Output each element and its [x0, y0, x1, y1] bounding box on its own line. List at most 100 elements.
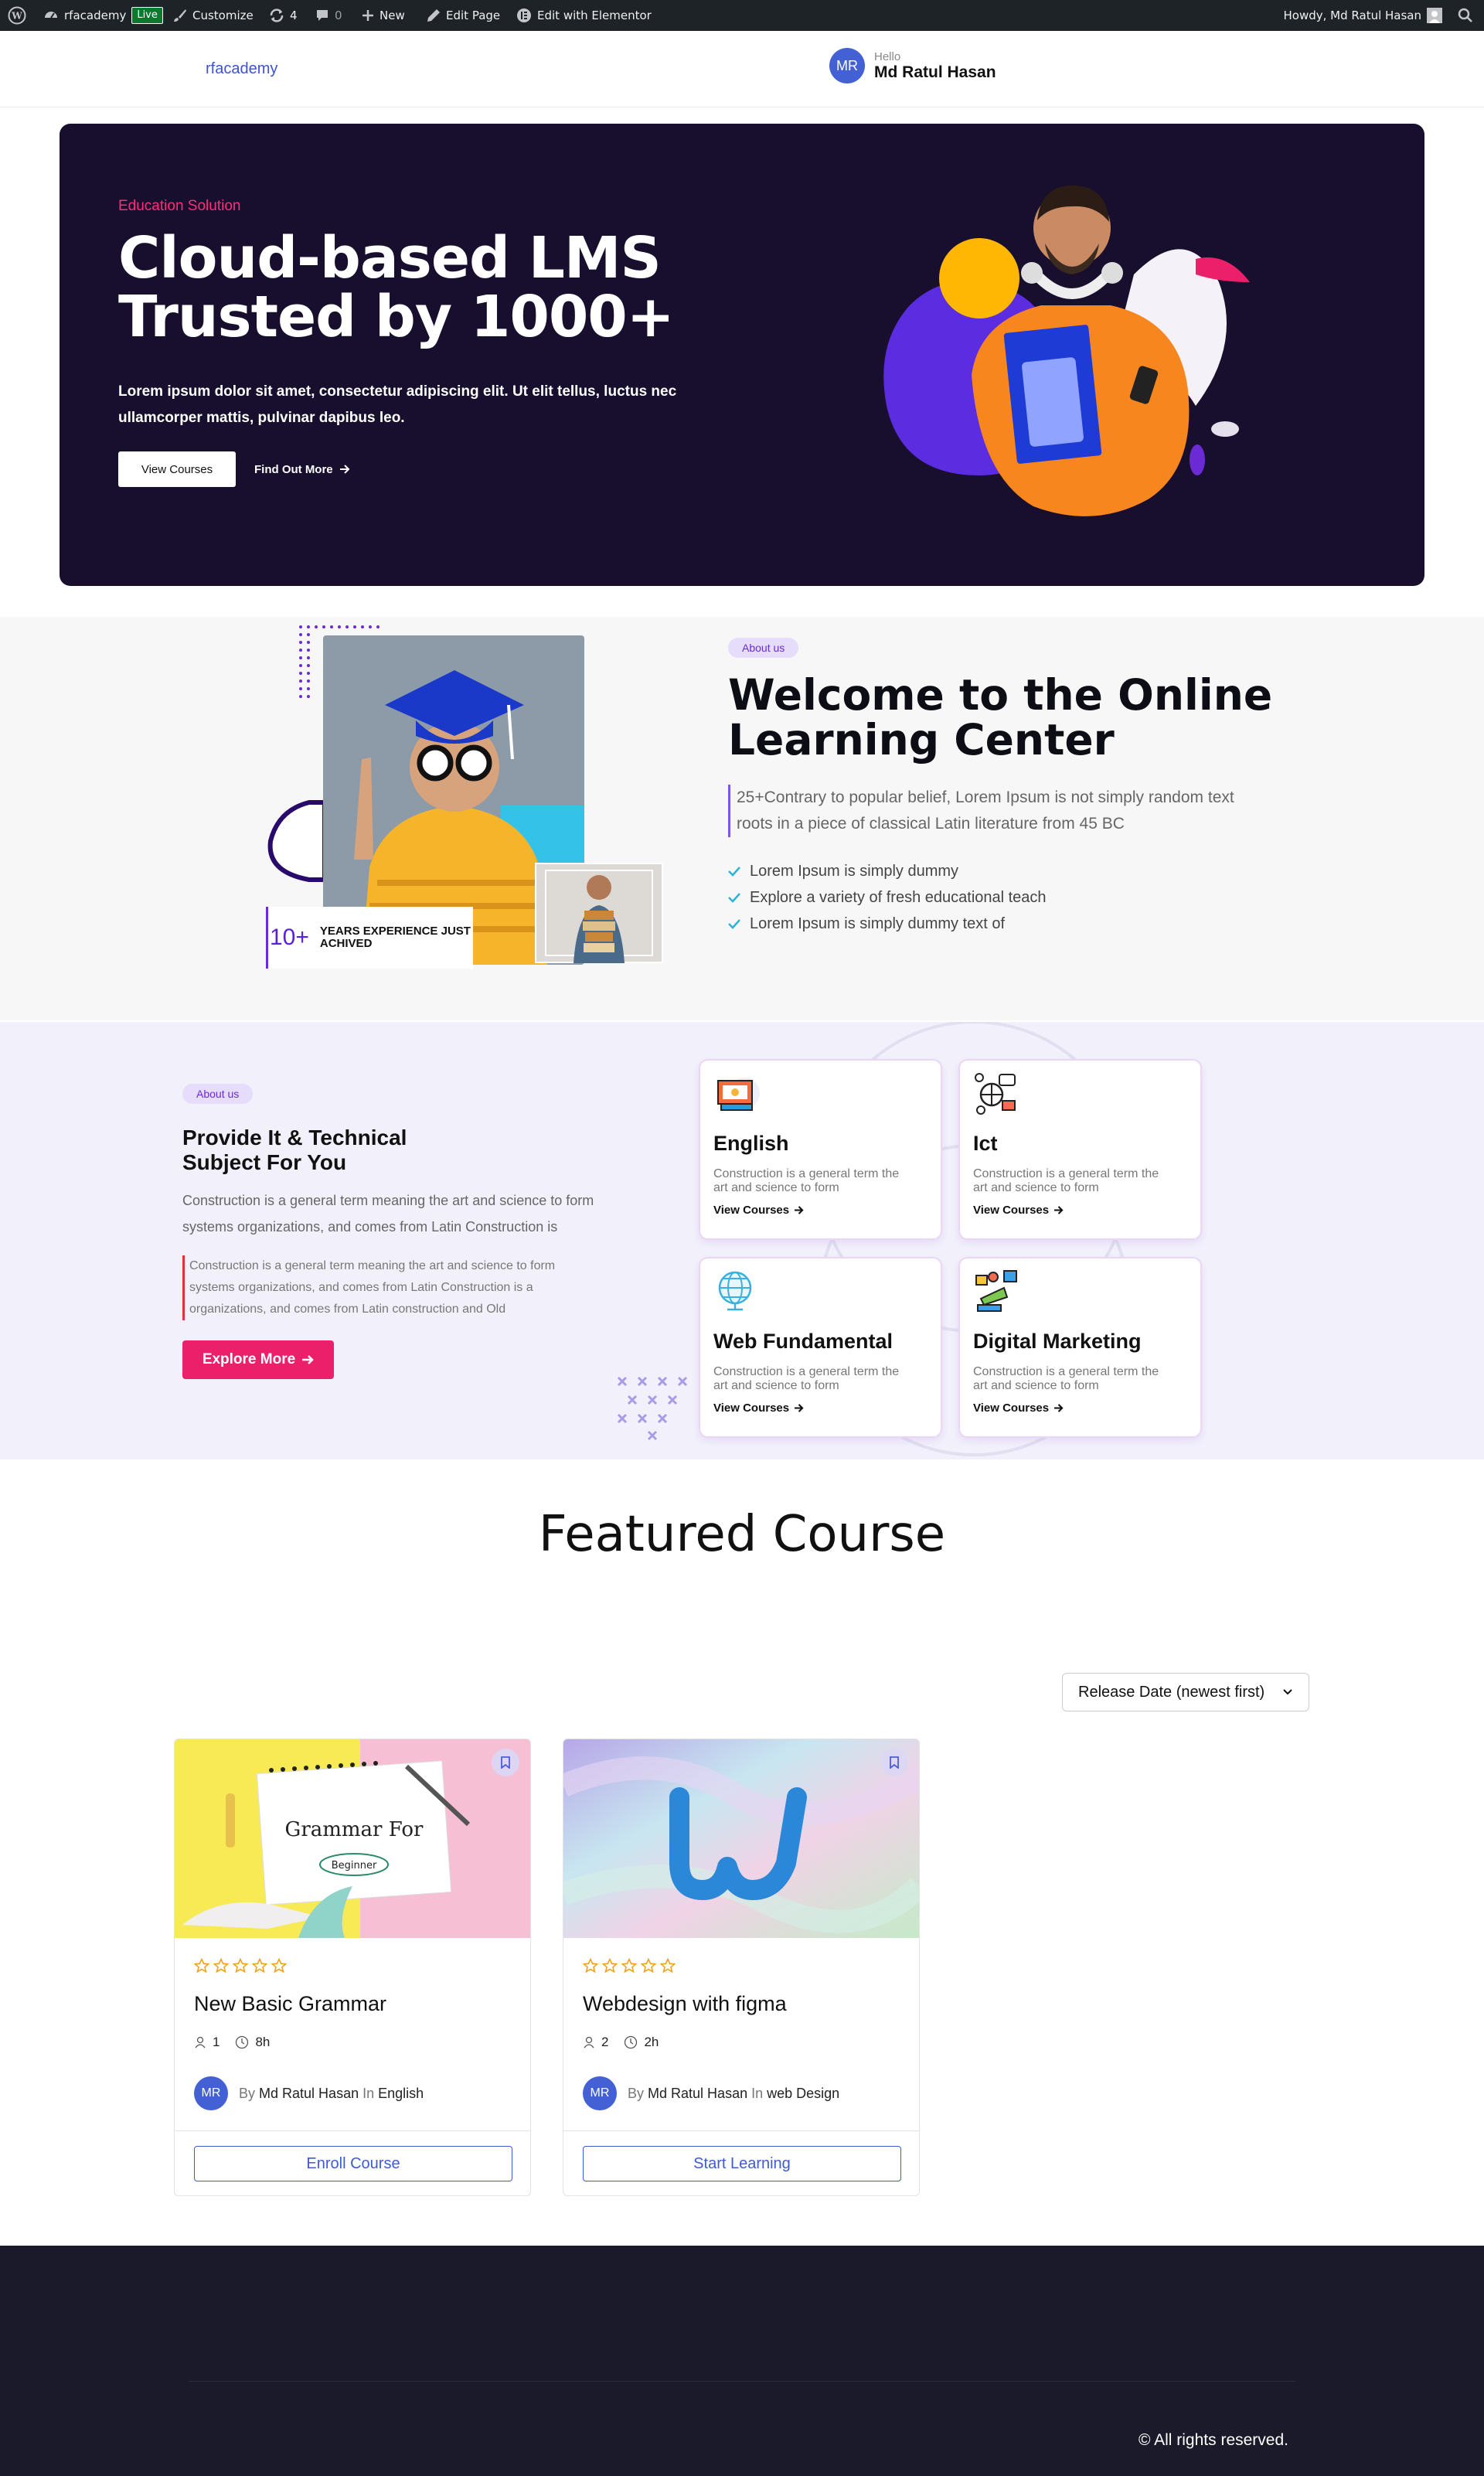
- admin-site-link[interactable]: rfacademy Live: [43, 0, 163, 31]
- checklist-text: Lorem Ipsum is simply dummy text of: [750, 914, 1006, 932]
- bookmark-button[interactable]: [492, 1749, 519, 1776]
- course-category[interactable]: web Design: [767, 2086, 839, 2101]
- course-card-webdesign[interactable]: Webdesign with figma 2 2h MR By Md Ratul…: [563, 1739, 920, 2196]
- view-courses-label: View Courses: [973, 1204, 1050, 1217]
- avatar: MR: [583, 2076, 617, 2110]
- subject-card-ict[interactable]: Ict Construction is a general term the a…: [958, 1059, 1202, 1240]
- course-title[interactable]: New Basic Grammar: [194, 1992, 386, 2016]
- hero-banner: Education Solution Cloud-based LMS Trust…: [60, 124, 1424, 586]
- course-rating-stars: [583, 1958, 676, 1974]
- course-card-grammar[interactable]: Grammar For Beginner New Basic Grammar 1…: [174, 1739, 531, 2196]
- checklist-text: Explore a variety of fresh educational t…: [750, 888, 1047, 906]
- thumb-subtitle: Beginner: [332, 1860, 377, 1871]
- globe-icon: [718, 1271, 752, 1311]
- copyright-text: © All rights reserved.: [1138, 2431, 1288, 2449]
- list-item: Lorem Ipsum is simply dummy: [728, 858, 1047, 884]
- dashboard-icon: [45, 12, 57, 19]
- avatar: MR: [829, 48, 865, 83]
- admin-search-icon[interactable]: [1458, 0, 1473, 31]
- cross-pattern-decoration: [617, 1376, 688, 1441]
- grammar-thumbnail-image: Grammar For Beginner: [175, 1739, 530, 1938]
- bookmark-button[interactable]: [880, 1749, 908, 1776]
- elementor-icon: [517, 9, 531, 22]
- site-header: rfacademy MR Hello Md Ratul Hasan: [0, 31, 1484, 107]
- view-courses-link[interactable]: View Courses: [713, 1204, 804, 1217]
- course-category[interactable]: English: [378, 2086, 424, 2101]
- hero-title: Cloud-based LMS Trusted by 1000+: [118, 229, 706, 346]
- course-thumbnail[interactable]: [563, 1739, 919, 1938]
- course-title[interactable]: Webdesign with figma: [583, 1992, 787, 2016]
- about-quote: 25+Contrary to popular belief, Lorem Ips…: [728, 785, 1269, 837]
- about-checklist: Lorem Ipsum is simply dummy Explore a va…: [728, 858, 1047, 937]
- start-learning-button[interactable]: Start Learning: [583, 2146, 901, 2181]
- avatar: MR: [194, 2076, 228, 2110]
- user-greeting[interactable]: MR Hello Md Ratul Hasan: [829, 48, 996, 83]
- hello-text: Hello: [874, 49, 901, 63]
- arrow-right-icon: [795, 1206, 804, 1214]
- admin-updates-link[interactable]: 4: [269, 0, 298, 31]
- admin-site-name: rfacademy: [64, 9, 127, 22]
- user-avatar-icon: [1427, 8, 1442, 23]
- star-icon: [271, 1958, 287, 1974]
- subject-card-web-fundamental[interactable]: Web Fundamental Construction is a genera…: [699, 1257, 942, 1438]
- admin-comments-link[interactable]: 0: [315, 0, 342, 31]
- course-duration: 2h: [644, 2035, 659, 2049]
- author-name[interactable]: Md Ratul Hasan: [648, 2086, 747, 2101]
- check-icon: [728, 867, 740, 877]
- course-author: MR By Md Ratul Hasan In web Design: [583, 2076, 839, 2110]
- course-author: MR By Md Ratul Hasan In English: [194, 2076, 424, 2110]
- course-meta: 2 2h: [583, 2035, 659, 2050]
- course-sort-select[interactable]: Release Date (newest first): [1062, 1673, 1309, 1711]
- brush-icon: [174, 9, 186, 22]
- marketing-icon: [975, 1270, 1017, 1312]
- admin-edit-page-link[interactable]: Edit Page: [427, 0, 500, 31]
- view-courses-link[interactable]: View Courses: [973, 1401, 1064, 1415]
- hero-title-line2: Trusted by 1000+: [118, 284, 675, 350]
- view-courses-label: View Courses: [973, 1401, 1050, 1415]
- subject-card-desc: Construction is a general term the art a…: [973, 1167, 1159, 1194]
- star-icon: [660, 1958, 676, 1974]
- view-courses-label: View Courses: [713, 1204, 790, 1217]
- arrow-right-icon: [1054, 1206, 1064, 1214]
- star-icon: [621, 1958, 637, 1974]
- sort-selected-value: Release Date (newest first): [1078, 1683, 1265, 1701]
- hero-eyebrow: Education Solution: [118, 198, 241, 214]
- arrow-right-icon: [1054, 1404, 1064, 1412]
- subject-card-title: Ict: [973, 1132, 998, 1155]
- clock-icon: [236, 2035, 249, 2049]
- hero-description: Lorem ipsum dolor sit amet, consectetur …: [118, 383, 677, 426]
- divider: [563, 2130, 919, 2131]
- view-courses-label: View Courses: [713, 1401, 790, 1415]
- subject-card-english[interactable]: English Construction is a general term t…: [699, 1059, 942, 1240]
- course-thumbnail[interactable]: Grammar For Beginner: [175, 1739, 530, 1938]
- subject-card-desc: Construction is a general term the art a…: [973, 1365, 1159, 1392]
- checklist-text: Lorem Ipsum is simply dummy: [750, 862, 959, 880]
- view-courses-button[interactable]: View Courses: [118, 451, 236, 487]
- view-courses-link[interactable]: View Courses: [713, 1401, 804, 1415]
- admin-customize-link[interactable]: Customize: [173, 0, 254, 31]
- admin-account-link[interactable]: Howdy, Md Ratul Hasan: [1284, 0, 1442, 31]
- in-text: In: [751, 2085, 764, 2101]
- certificate-icon: [717, 1078, 760, 1111]
- view-courses-link[interactable]: View Courses: [973, 1204, 1064, 1217]
- site-logo-link[interactable]: rfacademy: [206, 60, 277, 78]
- about-badge: About us: [728, 638, 799, 658]
- wordpress-logo-icon[interactable]: W: [8, 0, 26, 31]
- subject-card-digital-marketing[interactable]: Digital Marketing Construction is a gene…: [958, 1257, 1202, 1438]
- enroll-course-button[interactable]: Enroll Course: [194, 2146, 512, 2181]
- author-name[interactable]: Md Ratul Hasan: [259, 2086, 359, 2101]
- star-icon: [233, 1958, 248, 1974]
- subject-card-desc: Construction is a general term the art a…: [713, 1365, 900, 1392]
- subjects-quote: Construction is a general term meaning t…: [182, 1255, 600, 1320]
- explore-more-button[interactable]: Explore More: [182, 1340, 334, 1379]
- admin-new-link[interactable]: New: [362, 0, 405, 31]
- footer-divider: [189, 2381, 1295, 2382]
- subject-card-title: Digital Marketing: [973, 1330, 1142, 1353]
- updates-icon: [270, 9, 284, 22]
- explore-more-label: Explore More: [202, 1351, 296, 1367]
- admin-new-label: New: [380, 9, 405, 22]
- find-out-more-link[interactable]: Find Out More: [254, 451, 350, 487]
- admin-bar: W rfacademy Live Customize 4 0 New Edit …: [0, 0, 1484, 31]
- list-item: Explore a variety of fresh educational t…: [728, 884, 1047, 911]
- admin-elementor-link[interactable]: Edit with Elementor: [516, 0, 652, 31]
